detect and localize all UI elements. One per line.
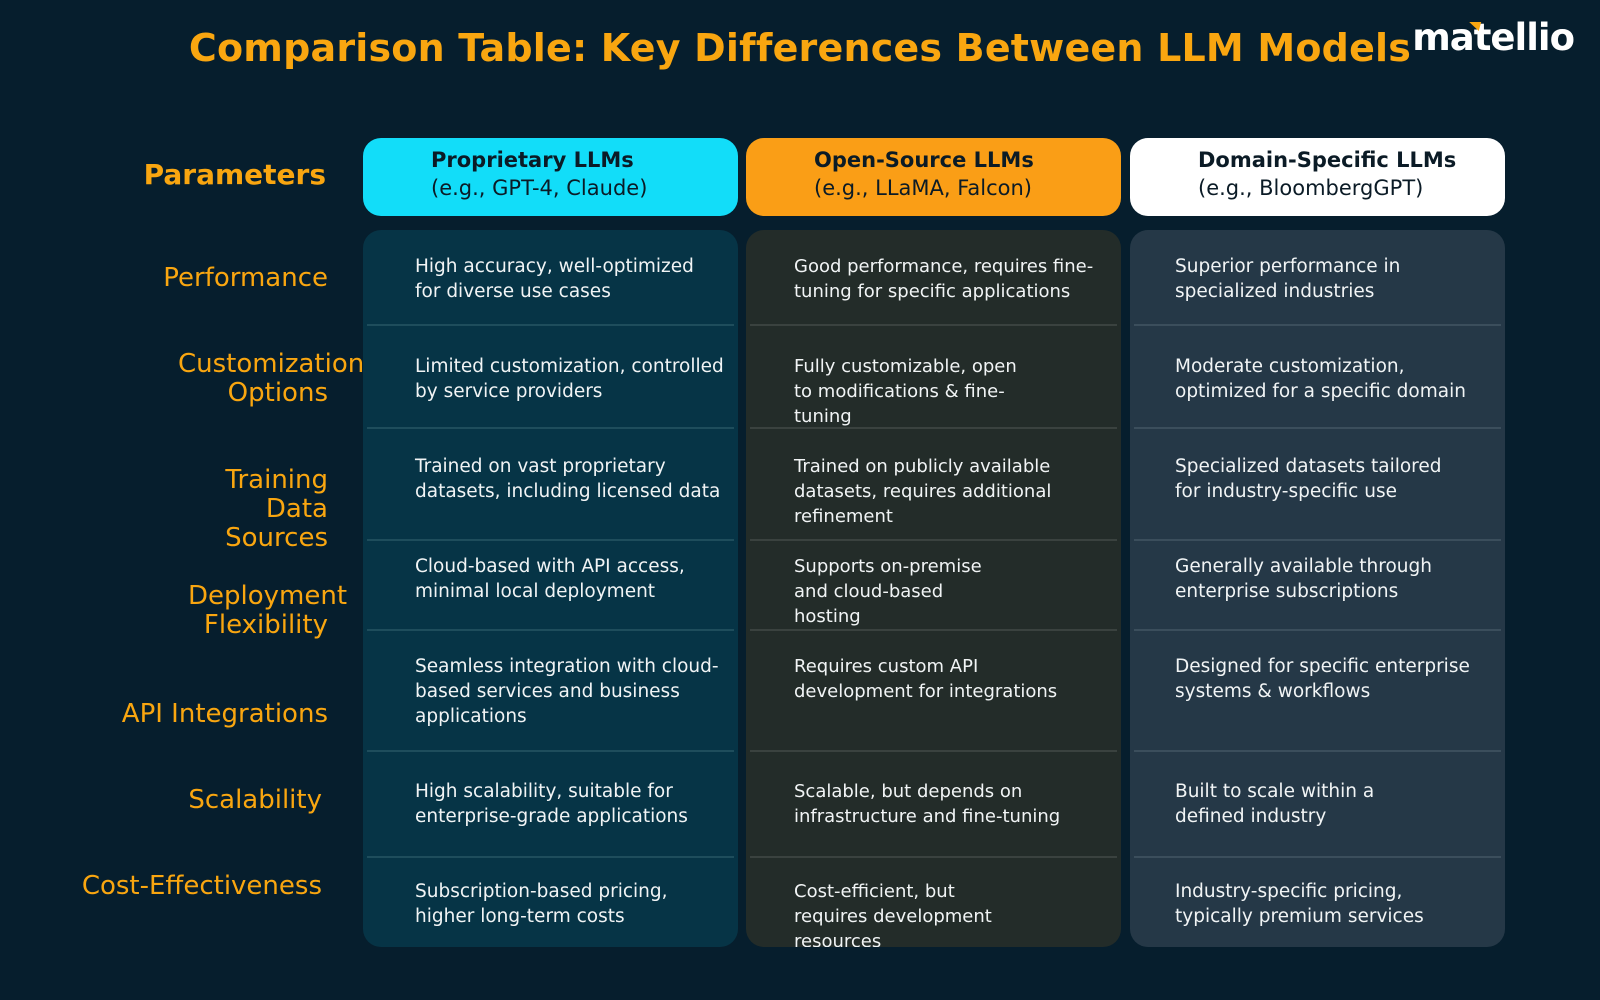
row-divider xyxy=(367,856,734,858)
page-title: Comparison Table: Key Differences Betwee… xyxy=(188,26,1412,70)
column-examples: (e.g., BloombergGPT) xyxy=(1198,176,1424,200)
table-cell: Good performance, requires fine-tuning f… xyxy=(794,256,1094,302)
row-divider xyxy=(367,427,734,429)
table-cell: Trained on vast proprietary datasets, in… xyxy=(415,456,721,502)
table-cell: Limited customization, controlled by ser… xyxy=(415,356,724,402)
table-cell: Scalable, but depends on infrastructure … xyxy=(794,781,1061,827)
column-examples: (e.g., GPT-4, Claude) xyxy=(431,176,648,200)
parameters-heading: Parameters xyxy=(143,158,326,191)
param-label-scalability: Scalability xyxy=(188,785,322,815)
column-body-proprietary: High accuracy, well-optimized for divers… xyxy=(363,230,738,947)
table-cell: Superior performance in specialized indu… xyxy=(1175,256,1401,302)
column-header-open-source: Open-Source LLMs (e.g., LLaMA, Falcon) xyxy=(746,138,1121,216)
logo-text: matellio xyxy=(1412,16,1575,59)
row-divider xyxy=(750,324,1117,326)
row-divider xyxy=(750,856,1117,858)
matellio-logo: matellio xyxy=(1412,16,1575,59)
table-cell: Built to scale within a defined industry xyxy=(1175,781,1375,827)
row-divider xyxy=(1134,324,1501,326)
column-header-proprietary: Proprietary LLMs (e.g., GPT-4, Claude) xyxy=(363,138,738,216)
column-header-domain-specific: Domain-Specific LLMs (e.g., BloombergGPT… xyxy=(1130,138,1505,216)
table-cell: High scalability, suitable for enterpris… xyxy=(415,781,688,827)
table-cell: Seamless integration with cloud-based se… xyxy=(415,656,719,727)
column-name: Proprietary LLMs xyxy=(431,148,634,172)
row-divider xyxy=(367,629,734,631)
table-cell: Subscription-based pricing, higher long-… xyxy=(415,881,668,927)
row-divider xyxy=(750,539,1117,541)
row-divider xyxy=(1134,750,1501,752)
table-cell: Supports on-premise and cloud-based host… xyxy=(794,556,982,627)
param-label-performance: Performance xyxy=(163,263,328,293)
row-divider xyxy=(750,427,1117,429)
table-cell: Fully customizable, open to modification… xyxy=(794,356,1017,427)
param-label-training-data: Training Data Sources xyxy=(225,465,328,553)
comparison-infographic: Comparison Table: Key Differences Betwee… xyxy=(0,0,1600,1000)
row-divider xyxy=(1134,539,1501,541)
row-divider xyxy=(1134,427,1501,429)
column-examples: (e.g., LLaMA, Falcon) xyxy=(814,176,1032,200)
param-label-customization: Customization Options xyxy=(178,349,365,408)
column-body-open-source: Good performance, requires fine-tuning f… xyxy=(746,230,1121,947)
param-label-api: API Integrations xyxy=(121,699,328,729)
row-divider xyxy=(367,750,734,752)
column-body-domain-specific: Superior performance in specialized indu… xyxy=(1130,230,1505,947)
row-divider xyxy=(750,629,1117,631)
table-cell: Specialized datasets tailored for indust… xyxy=(1175,456,1442,502)
param-label-cost: Cost-Effectiveness xyxy=(81,871,322,901)
table-cell: High accuracy, well-optimized for divers… xyxy=(415,256,694,302)
row-divider xyxy=(1134,856,1501,858)
row-divider xyxy=(1134,629,1501,631)
table-cell: Cloud-based with API access, minimal loc… xyxy=(415,556,685,602)
table-cell: Moderate customization, optimized for a … xyxy=(1175,356,1466,402)
row-divider xyxy=(367,324,734,326)
table-cell: Generally available through enterprise s… xyxy=(1175,556,1432,602)
table-cell: Cost-efficient, but requires development… xyxy=(794,881,992,947)
table-cell: Designed for specific enterprise systems… xyxy=(1175,656,1470,702)
table-cell: Requires custom API development for inte… xyxy=(794,656,1058,702)
param-label-deployment: Deployment Flexibility xyxy=(188,581,348,640)
column-name: Open-Source LLMs xyxy=(814,148,1034,172)
table-cell: Industry-specific pricing, typically pre… xyxy=(1175,881,1424,927)
row-divider xyxy=(750,750,1117,752)
column-name: Domain-Specific LLMs xyxy=(1198,148,1457,172)
table-cell: Trained on publicly available datasets, … xyxy=(794,456,1052,527)
row-divider xyxy=(367,539,734,541)
